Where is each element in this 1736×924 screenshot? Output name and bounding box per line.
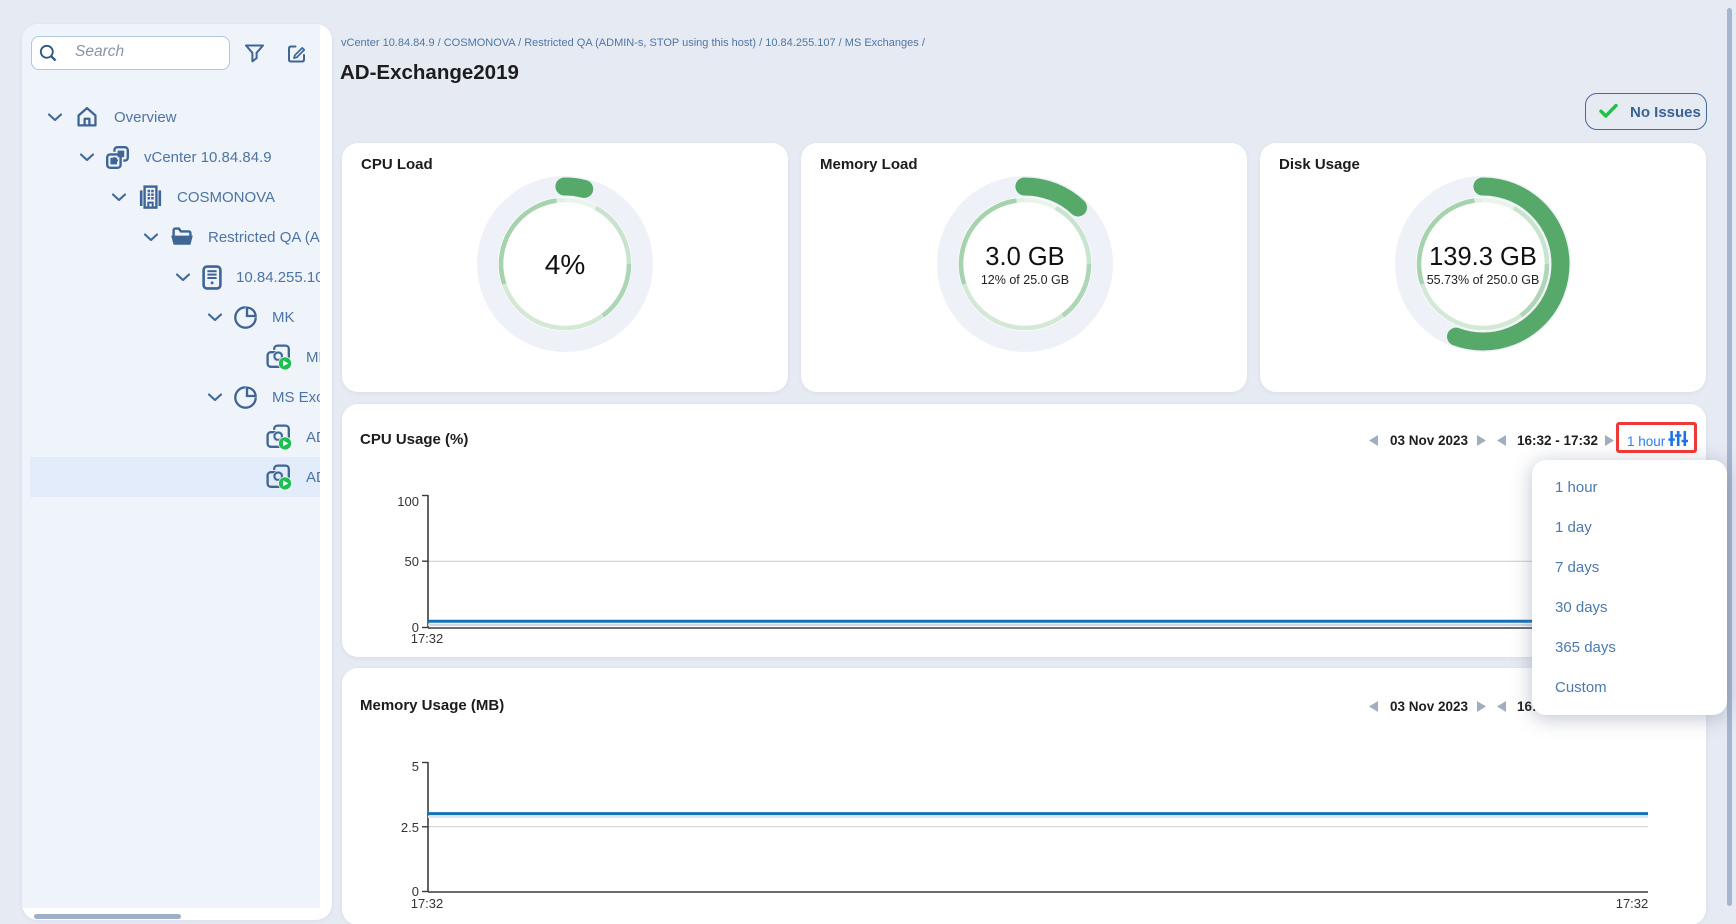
svg-text:12% of 25.0 GB: 12% of 25.0 GB bbox=[981, 273, 1069, 287]
svg-text:50: 50 bbox=[405, 554, 419, 569]
svg-text:55.73% of 250.0 GB: 55.73% of 250.0 GB bbox=[1427, 273, 1540, 287]
svg-text:5: 5 bbox=[412, 759, 419, 774]
svg-text:17:32: 17:32 bbox=[411, 896, 444, 911]
svg-text:2.5: 2.5 bbox=[401, 820, 419, 835]
svg-text:17:32: 17:32 bbox=[411, 631, 444, 646]
svg-text:100: 100 bbox=[397, 494, 419, 509]
svg-text:3.0 GB: 3.0 GB bbox=[985, 243, 1064, 271]
svg-text:17:32: 17:32 bbox=[1616, 896, 1649, 911]
svg-text:4%: 4% bbox=[545, 249, 585, 280]
svg-text:139.3 GB: 139.3 GB bbox=[1429, 243, 1537, 271]
